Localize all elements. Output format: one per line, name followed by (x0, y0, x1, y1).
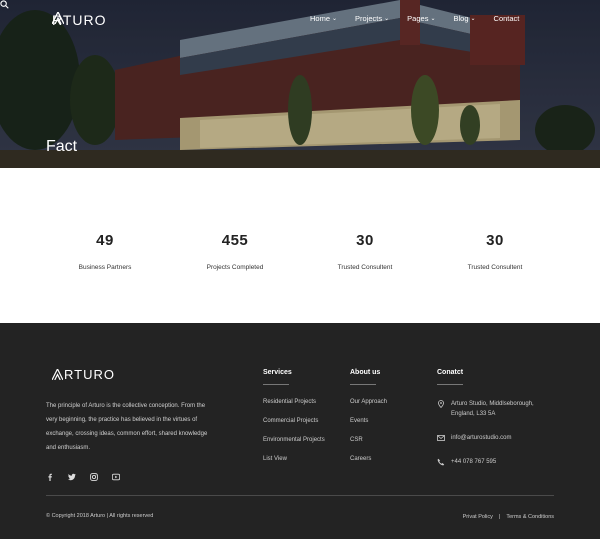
phone-text: +44 078 767 595 (451, 459, 497, 465)
fact-number: 30 (486, 232, 504, 249)
fact-label: Trusted Consultent (337, 264, 393, 271)
heading-underline (350, 384, 376, 385)
footer-about-column: About us Our Approach Events CSR Careers (350, 369, 387, 475)
page-title: Fact (46, 138, 78, 155)
footer-link-csr[interactable]: CSR (350, 437, 387, 443)
footer-contact-column: Conatct Arturo Studio, Middlseborough, E… (437, 369, 557, 481)
contact-phone[interactable]: +44 078 767 595 (437, 457, 557, 467)
nav-item-home[interactable]: Home ⌄ (310, 14, 337, 23)
about-us-heading: About us (350, 369, 381, 376)
youtube-icon[interactable] (111, 468, 121, 481)
hero-banner: RTURO Home ⌄ Projects ⌄ Pages ⌄ Blog ⌄ Conta… (0, 0, 600, 168)
footer-link-careers[interactable]: Careers (350, 456, 387, 462)
twitter-icon[interactable] (68, 468, 76, 481)
terms-link[interactable]: Terms & Conditions (506, 514, 554, 520)
legal-links: Privat Policy | Terms & Conditions (463, 514, 554, 520)
facts-section: 49 Business Partners 455 Projects Comple… (0, 168, 600, 323)
contact-address: Arturo Studio, Middlseborough, England, … (437, 399, 557, 419)
footer-link-approach[interactable]: Our Approach (350, 399, 387, 405)
privacy-policy-link[interactable]: Privat Policy (463, 514, 493, 520)
search-icon[interactable] (0, 0, 9, 9)
logo-a-icon (52, 12, 64, 24)
footer-services-column: Services Residential Projects Commercial… (263, 369, 325, 475)
footer-logo[interactable]: RTURO (52, 367, 115, 382)
nav-label: Pages (407, 14, 429, 23)
nav-label: Blog (453, 14, 469, 23)
chevron-down-icon: ⌄ (384, 16, 390, 22)
main-menu: Home ⌄ Projects ⌄ Pages ⌄ Blog ⌄ Contact (310, 14, 537, 23)
chevron-down-icon: ⌄ (332, 16, 338, 22)
nav-label: Projects (355, 14, 383, 23)
fact-item: 30 Trusted Consultent (305, 232, 425, 271)
fact-number: 455 (221, 232, 249, 249)
fact-number: 30 (356, 232, 374, 249)
envelope-icon (437, 435, 445, 441)
footer-brand-name: RTURO (64, 367, 115, 382)
chevron-down-icon: ⌄ (430, 16, 436, 22)
link-separator: | (498, 514, 501, 520)
footer-link-events[interactable]: Events (350, 418, 387, 424)
logo-a-icon (52, 369, 63, 380)
nav-item-contact[interactable]: Contact (494, 14, 520, 23)
fact-item: 49 Business Partners (45, 232, 165, 271)
fact-number: 49 (96, 232, 114, 249)
fact-item: 30 Trusted Consultent (435, 232, 555, 271)
top-navigation: RTURO Home ⌄ Projects ⌄ Pages ⌄ Blog ⌄ Conta… (0, 0, 600, 40)
services-heading: Services (263, 369, 292, 376)
nav-item-projects[interactable]: Projects ⌄ (355, 14, 389, 23)
chevron-down-icon: ⌄ (470, 16, 476, 22)
contact-email[interactable]: info@arturostudio.com (437, 433, 557, 443)
footer-divider (46, 495, 554, 496)
nav-label: Home (310, 14, 331, 23)
brand-logo[interactable]: RTURO (52, 12, 107, 28)
email-text: info@arturostudio.com (451, 435, 512, 441)
site-footer: RTURO The principle of Arturo is the col… (0, 323, 600, 539)
social-links (46, 468, 121, 481)
fact-item: 455 Projects Completed (175, 232, 295, 271)
nav-label: Contact (493, 14, 520, 23)
map-pin-icon (438, 400, 444, 408)
fact-label: Projects Completed (206, 264, 264, 271)
address-text: Arturo Studio, Middlseborough, England, … (451, 401, 534, 417)
instagram-icon[interactable] (90, 468, 98, 481)
fact-label: Trusted Consultent (467, 264, 523, 271)
footer-about-text: The principle of Arturo is the collectiv… (46, 403, 208, 451)
heading-underline (437, 384, 463, 385)
nav-item-pages[interactable]: Pages ⌄ (407, 14, 435, 23)
facebook-icon[interactable] (46, 468, 54, 481)
phone-icon (437, 458, 445, 466)
footer-link-commercial[interactable]: Commercial Projects (263, 418, 325, 424)
contact-heading: Conatct (437, 369, 464, 376)
heading-underline (263, 384, 289, 385)
footer-link-residential[interactable]: Residential Projects (263, 399, 325, 405)
footer-link-list-view[interactable]: List View (263, 456, 325, 462)
footer-link-environmental[interactable]: Environmental Projects (263, 437, 325, 443)
copyright-text: © Copyright 2018 Arturo | All rights res… (46, 513, 154, 519)
nav-item-blog[interactable]: Blog ⌄ (453, 14, 475, 23)
fact-label: Business Partners (78, 264, 132, 271)
